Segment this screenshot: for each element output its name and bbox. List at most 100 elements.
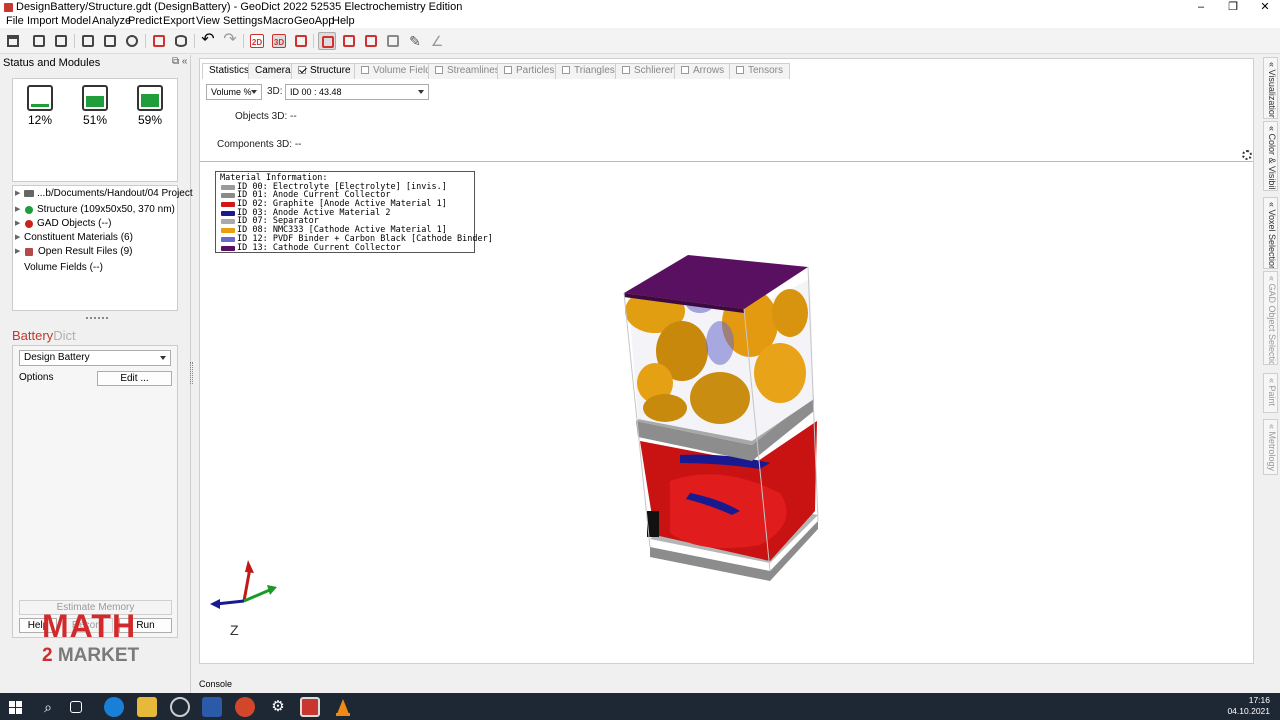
powerpoint-icon[interactable] xyxy=(235,697,255,717)
tree-item-structure[interactable]: ▶ Structure (109x50x50, 370 nm) xyxy=(13,203,177,217)
tab-volume-field[interactable]: Volume Field xyxy=(354,63,438,79)
clock-time: 17:16 xyxy=(1248,695,1270,705)
tab-label: Triangles xyxy=(574,65,615,76)
menu-help[interactable]: Help xyxy=(332,15,355,28)
menu-file[interactable]: File xyxy=(6,15,24,28)
tree-item-volume-fields[interactable]: Volume Fields (--) xyxy=(13,261,177,275)
database-icon[interactable] xyxy=(172,32,190,50)
pick-material-icon[interactable] xyxy=(340,32,358,50)
tab-schlieren[interactable]: Schlieren xyxy=(615,63,683,79)
obs-icon[interactable] xyxy=(170,697,190,717)
view-3d-button[interactable]: 3D xyxy=(272,34,286,48)
word-icon[interactable] xyxy=(202,697,222,717)
dock-tab-visualization[interactable]: « Visualization xyxy=(1263,57,1278,119)
pen-icon[interactable]: ✎ xyxy=(406,32,424,50)
module-1-icon[interactable] xyxy=(27,85,53,111)
edit-options-button[interactable]: Edit ... xyxy=(97,371,172,386)
checkbox[interactable] xyxy=(736,66,744,74)
menu-geoapp[interactable]: GeoApp xyxy=(294,15,334,28)
undo-icon[interactable]: ↶ xyxy=(199,32,217,50)
menu-predict[interactable]: Predict xyxy=(128,15,162,28)
expand-arrow-icon[interactable]: ▶ xyxy=(15,245,20,259)
menu-macro[interactable]: Macro xyxy=(263,15,294,28)
task-view-icon[interactable] xyxy=(70,701,82,713)
module-3-icon[interactable] xyxy=(137,85,163,111)
dock-tab-paint[interactable]: « Paint xyxy=(1263,373,1278,413)
save-structure-icon[interactable] xyxy=(79,32,97,50)
restore-button[interactable]: ❐ xyxy=(1217,0,1249,15)
measure-icon[interactable] xyxy=(362,32,380,50)
checkbox[interactable] xyxy=(622,66,630,74)
console-bar[interactable]: Console xyxy=(193,676,1261,693)
menu-view[interactable]: View xyxy=(196,15,220,28)
expand-arrow-icon[interactable]: ▶ xyxy=(15,203,20,217)
tab-streamlines[interactable]: Streamlines xyxy=(428,63,507,79)
tree-item-gad-objects[interactable]: ▶ GAD Objects (--) xyxy=(13,217,177,231)
tree-item-label: Volume Fields (--) xyxy=(24,262,103,273)
expand-arrow-icon[interactable]: ▶ xyxy=(15,217,20,231)
check-icon[interactable] xyxy=(384,32,402,50)
3d-viewport[interactable]: Material Information: ID 00: Electrolyte… xyxy=(200,163,1253,663)
checkbox[interactable] xyxy=(681,66,689,74)
window-title: DesignBattery/Structure.gdt (DesignBatte… xyxy=(16,1,463,13)
view-box-icon[interactable] xyxy=(292,32,310,50)
objects-label-text: Objects 3D: xyxy=(235,111,288,122)
panel-dock-controls[interactable]: ⧉ « xyxy=(172,56,187,67)
checkbox[interactable] xyxy=(361,66,369,74)
checkbox[interactable] xyxy=(562,66,570,74)
dock-tab-color-visibility[interactable]: « Color & Visibility xyxy=(1263,121,1278,191)
dock-tab-metrology[interactable]: « Metrology xyxy=(1263,419,1278,475)
material-id-select[interactable]: ID 00 : 43.48 xyxy=(285,84,429,100)
volume-mode-select[interactable]: Volume % xyxy=(206,84,262,100)
result-viewer-icon[interactable] xyxy=(150,32,168,50)
design-battery-select[interactable]: Design Battery xyxy=(19,350,171,366)
gear-icon[interactable] xyxy=(1242,150,1252,160)
tab-triangles[interactable]: Triangles xyxy=(555,63,622,79)
tab-tensors[interactable]: Tensors xyxy=(729,63,791,79)
tab-structure[interactable]: Structure xyxy=(291,63,358,79)
checkbox[interactable] xyxy=(504,66,512,74)
tab-particles[interactable]: Particles xyxy=(497,63,562,79)
battery-structure-render[interactable]: Z xyxy=(200,163,1253,663)
load-structure-icon[interactable] xyxy=(30,32,48,50)
module-status: 12% 51% 59% xyxy=(12,78,178,182)
view-2d-button[interactable]: 2D xyxy=(250,34,264,48)
save-image-icon[interactable] xyxy=(101,32,119,50)
tree-item-project[interactable]: ▶ ...b/Documents/Handout/04 Project xyxy=(13,187,193,201)
checkbox-checked[interactable] xyxy=(298,66,306,74)
checkbox[interactable] xyxy=(435,66,443,74)
batterydict-title: BatteryDict xyxy=(12,328,76,343)
tree-item-result-files[interactable]: ▶ Open Result Files (9) xyxy=(13,245,177,259)
select-icon[interactable] xyxy=(318,32,336,50)
minimize-button[interactable]: – xyxy=(1185,0,1217,15)
dock-tab-voxel-selection[interactable]: « Voxel Selection xyxy=(1263,197,1278,269)
settings-gear-icon[interactable]: ⚙ xyxy=(268,697,288,717)
menu-analyze[interactable]: Analyze xyxy=(92,15,131,28)
panel-resize-grip[interactable] xyxy=(86,317,108,320)
windows-start-icon[interactable] xyxy=(6,697,26,717)
tree-item-constituent-materials[interactable]: ▶ Constituent Materials (6) xyxy=(13,231,177,245)
search-icon[interactable]: ⌕ xyxy=(38,697,58,717)
menu-model[interactable]: Model xyxy=(61,15,91,28)
load-list-icon[interactable] xyxy=(52,32,70,50)
module-2-icon[interactable] xyxy=(82,85,108,111)
redo-icon[interactable]: ↷ xyxy=(221,32,239,50)
geodict-app-icon[interactable] xyxy=(300,697,320,717)
expand-arrow-icon[interactable]: ▶ xyxy=(15,231,20,245)
menu-import[interactable]: Import xyxy=(27,15,58,28)
open-folder-icon[interactable] xyxy=(4,32,22,50)
dock-tab-label: « Color & Visibility xyxy=(1267,126,1277,191)
angle-icon[interactable]: ∠ xyxy=(428,32,446,50)
menu-export[interactable]: Export xyxy=(163,15,195,28)
file-explorer-icon[interactable] xyxy=(137,697,157,717)
menu-settings[interactable]: Settings xyxy=(223,15,263,28)
splitter-handle[interactable] xyxy=(190,362,193,384)
expand-arrow-icon[interactable]: ▶ xyxy=(15,187,20,201)
vlc-icon[interactable] xyxy=(333,697,353,717)
tab-arrows[interactable]: Arrows xyxy=(674,63,732,79)
edge-browser-icon[interactable] xyxy=(104,697,124,717)
system-clock[interactable]: 17:16 04.10.2021 xyxy=(1227,695,1270,717)
close-button[interactable]: ✕ xyxy=(1249,0,1280,15)
dock-tab-gad-object-selection[interactable]: « GAD Object Selection xyxy=(1263,271,1278,365)
record-video-icon[interactable] xyxy=(123,32,141,50)
